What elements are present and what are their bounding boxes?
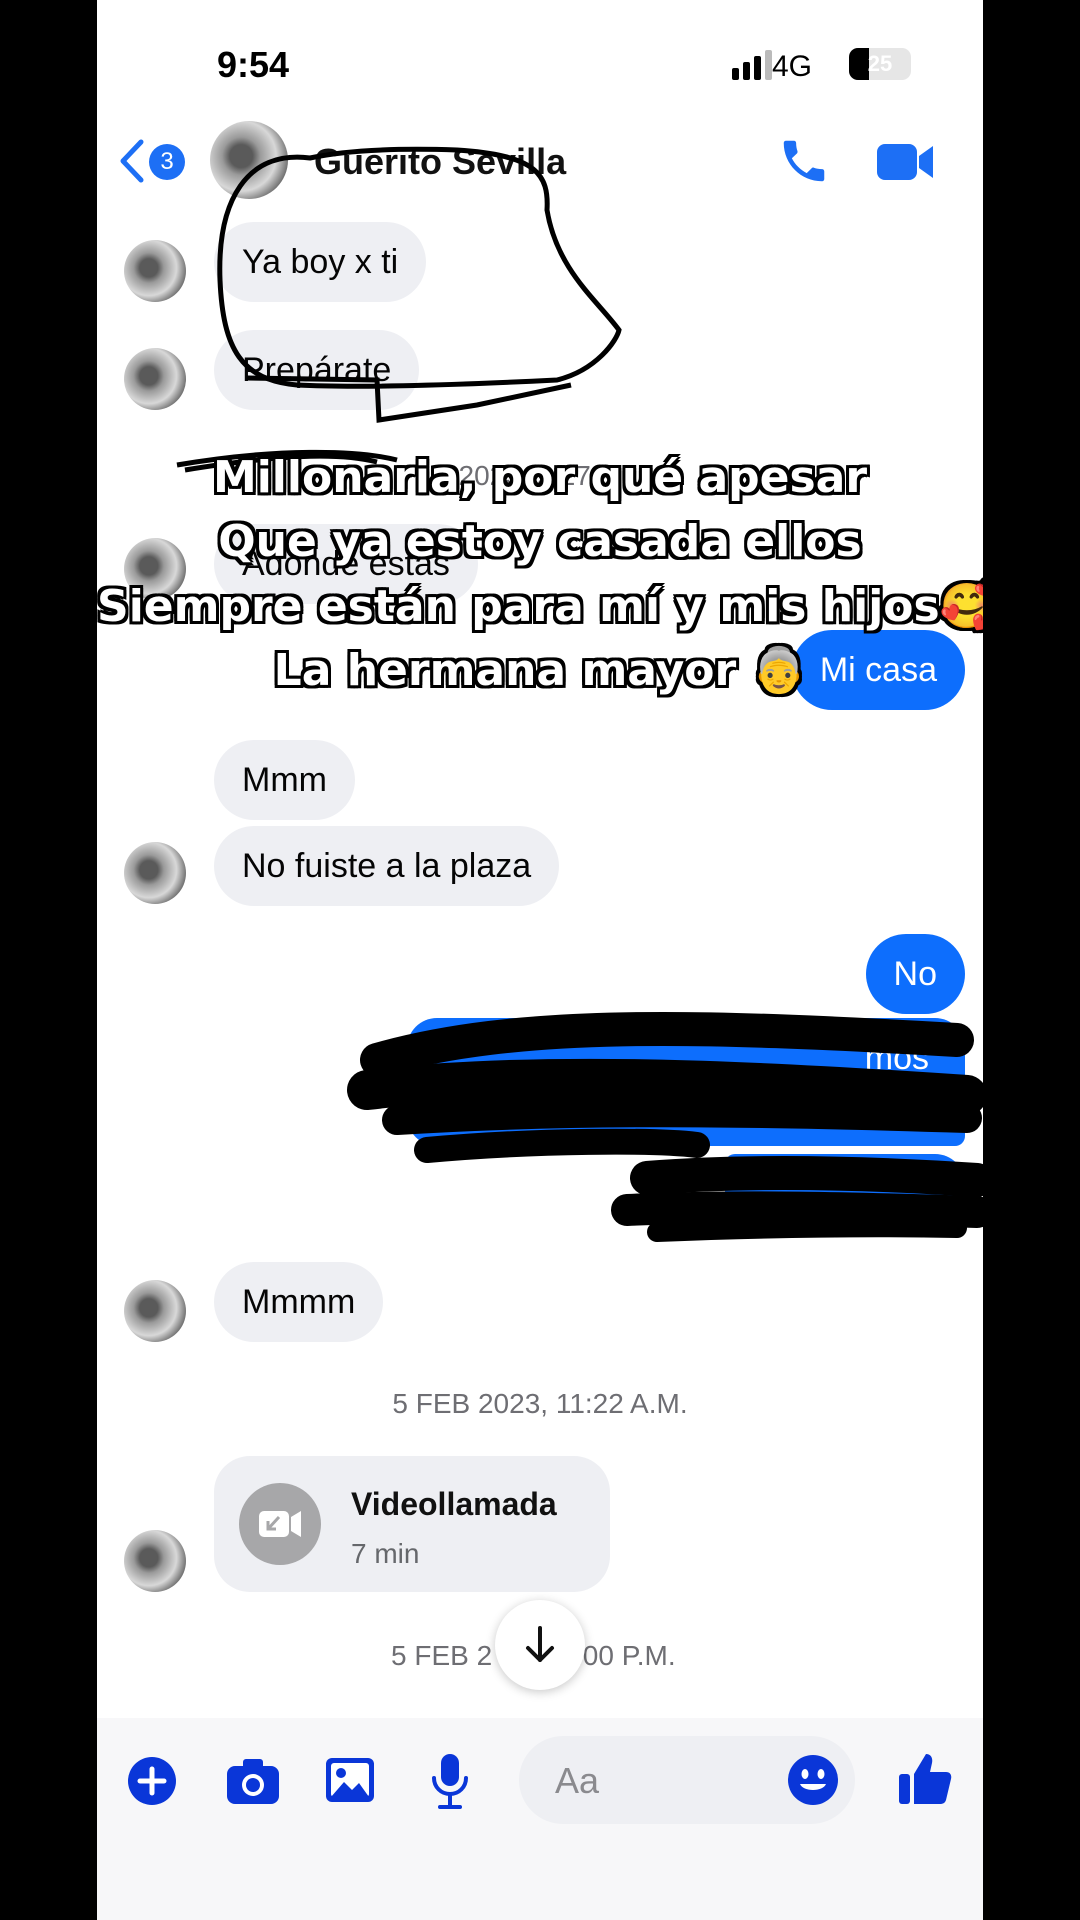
overlay-caption-line: La hermana mayor 👵 (273, 645, 807, 696)
overlay-caption-line: Millonaria, por qué apesar (212, 452, 868, 503)
drawn-scribble-overlay (176, 146, 983, 1242)
messenger-screen: 9:54 4G 25 3 Guerito Sevilla Ya boy x ti… (97, 0, 983, 1920)
overlay-caption-line: Que ya estoy casada ellos (218, 516, 862, 567)
overlay-caption-line: Siempre están para mí y mis hijos🥰 (97, 581, 983, 632)
